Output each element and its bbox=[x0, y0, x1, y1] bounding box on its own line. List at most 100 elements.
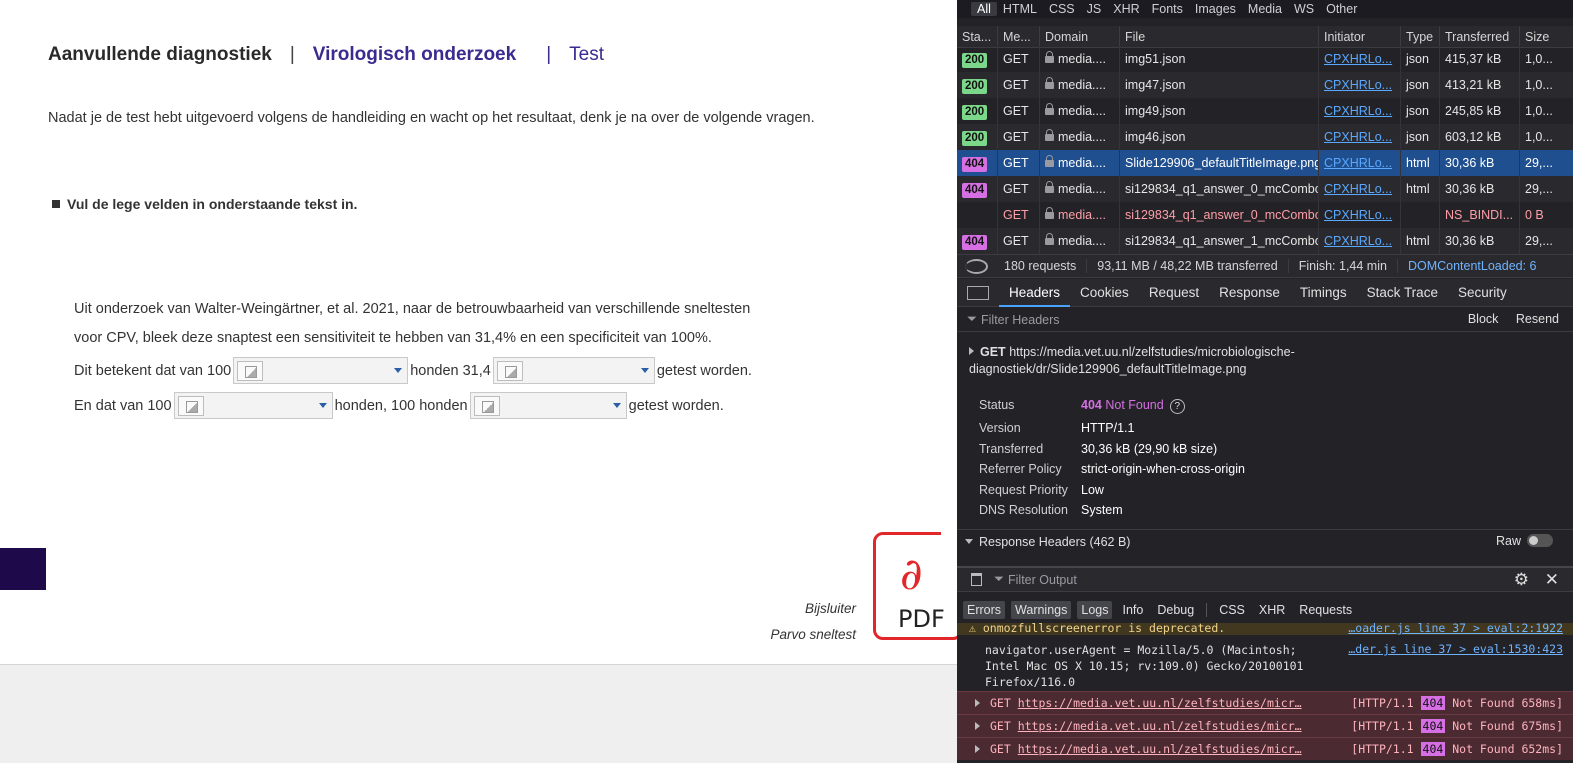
initiator-link[interactable]: CPXHRLo... bbox=[1324, 156, 1392, 170]
dock-side-icon[interactable] bbox=[967, 285, 989, 300]
initiator-link[interactable]: CPXHRLo... bbox=[1324, 52, 1392, 66]
col-domain[interactable]: Domain bbox=[1039, 26, 1119, 47]
request-url-line[interactable]: GET https://media.vet.uu.nl/zelfstudies/… bbox=[969, 344, 1559, 378]
error-url-link[interactable]: https://media.vet.uu.nl/zelfstudies/micr… bbox=[1018, 696, 1302, 710]
trash-icon[interactable] bbox=[971, 573, 982, 586]
tab-timings[interactable]: Timings bbox=[1290, 279, 1357, 307]
bijsluiter-link[interactable]: Bijsluiter bbox=[805, 601, 856, 616]
console-errors[interactable]: Errors bbox=[963, 601, 1006, 619]
cell-domain: media.... bbox=[1039, 98, 1119, 124]
error-url-link[interactable]: https://media.vet.uu.nl/zelfstudies/micr… bbox=[1018, 719, 1302, 733]
cell-initiator: CPXHRLo... bbox=[1318, 72, 1400, 98]
clock-icon[interactable] bbox=[965, 258, 988, 274]
filter-css[interactable]: CSS bbox=[1043, 2, 1081, 16]
header-kv-row: DNS Resolution System bbox=[979, 503, 1123, 517]
expand-triangle-icon[interactable] bbox=[975, 722, 980, 730]
filter-xhr[interactable]: XHR bbox=[1107, 2, 1145, 16]
tab-headers[interactable]: Headers bbox=[999, 279, 1071, 307]
filter-other[interactable]: Other bbox=[1320, 2, 1363, 16]
broken-image-icon bbox=[473, 396, 500, 416]
filter-media[interactable]: Media bbox=[1242, 2, 1288, 16]
side-nav-button[interactable] bbox=[0, 548, 46, 590]
cell-transferred: 413,21 kB bbox=[1439, 72, 1519, 98]
filter-html[interactable]: HTML bbox=[997, 2, 1043, 16]
breadcrumb-virologisch-onderzoek[interactable]: Virologisch onderzoek bbox=[313, 44, 516, 65]
lock-icon bbox=[1045, 51, 1054, 63]
initiator-link[interactable]: CPXHRLo... bbox=[1324, 208, 1392, 222]
console-xhr[interactable]: XHR bbox=[1255, 601, 1289, 619]
chevron-down-icon bbox=[318, 403, 327, 408]
tab-request[interactable]: Request bbox=[1139, 279, 1209, 307]
tab-cookies[interactable]: Cookies bbox=[1070, 279, 1139, 307]
console-debug[interactable]: Debug bbox=[1153, 601, 1198, 619]
block-button[interactable]: Block bbox=[1468, 312, 1499, 326]
network-row[interactable]: 200 GET media.... img49.json CPXHRLo... json 2… bbox=[957, 98, 1573, 124]
error-url-link[interactable]: https://media.vet.uu.nl/zelfstudies/micr… bbox=[1018, 742, 1302, 756]
col-transferred[interactable]: Transferred bbox=[1439, 26, 1519, 47]
console-logs[interactable]: Logs bbox=[1077, 601, 1113, 619]
answer-dropdown-4[interactable] bbox=[469, 392, 627, 419]
filter-headers-input[interactable]: Filter Headers bbox=[981, 313, 1060, 327]
useragent-source-link[interactable]: …der.js line 37 > eval:1530:423 bbox=[1348, 642, 1563, 656]
cell-type: json bbox=[1400, 72, 1439, 98]
initiator-link[interactable]: CPXHRLo... bbox=[1324, 182, 1392, 196]
cell-initiator: CPXHRLo... bbox=[1318, 46, 1400, 72]
network-row[interactable]: 200 GET media.... img46.json CPXHRLo... json 6… bbox=[957, 124, 1573, 150]
initiator-link[interactable]: CPXHRLo... bbox=[1324, 234, 1392, 248]
filter-images[interactable]: Images bbox=[1189, 2, 1242, 16]
resend-button[interactable]: Resend bbox=[1516, 312, 1559, 326]
col-file[interactable]: File bbox=[1119, 26, 1318, 47]
initiator-link[interactable]: CPXHRLo... bbox=[1324, 130, 1392, 144]
network-row[interactable]: 404 GET media.... Slide129906_defaultTitleI… bbox=[957, 150, 1573, 176]
tab-stack-trace[interactable]: Stack Trace bbox=[1357, 279, 1448, 307]
expand-triangle-icon[interactable] bbox=[975, 745, 980, 753]
initiator-link[interactable]: CPXHRLo... bbox=[1324, 104, 1392, 118]
answer-dropdown-1[interactable] bbox=[233, 357, 409, 384]
answer-dropdown-2[interactable] bbox=[492, 357, 655, 384]
console-requests[interactable]: Requests bbox=[1295, 601, 1356, 619]
status-badge: 404 bbox=[962, 235, 988, 250]
answer-dropdown-3[interactable] bbox=[173, 392, 333, 419]
cell-method: GET bbox=[997, 202, 1039, 228]
col-size[interactable]: Size bbox=[1519, 26, 1573, 47]
expand-triangle-icon[interactable] bbox=[975, 699, 980, 707]
console-warnings[interactable]: Warnings bbox=[1011, 601, 1072, 619]
initiator-link[interactable]: CPXHRLo... bbox=[1324, 78, 1392, 92]
breadcrumb-test[interactable]: Test bbox=[569, 44, 604, 65]
breadcrumb-aanvullende-diagnostiek[interactable]: Aanvullende diagnostiek bbox=[48, 44, 272, 65]
response-headers-section[interactable]: Response Headers (462 B) Raw bbox=[957, 529, 1573, 553]
cell-file: img51.json bbox=[1119, 46, 1318, 72]
filter-output-input[interactable]: Filter Output bbox=[1008, 573, 1077, 587]
help-icon[interactable]: ? bbox=[1169, 399, 1185, 414]
col-type[interactable]: Type bbox=[1400, 26, 1439, 47]
col-method[interactable]: Me... bbox=[997, 26, 1039, 47]
console-error-row[interactable]: GET https://media.vet.uu.nl/zelfstudies/… bbox=[957, 714, 1573, 737]
console-info[interactable]: Info bbox=[1118, 601, 1147, 619]
tab-security[interactable]: Security bbox=[1448, 279, 1517, 307]
cell-file: si129834_q1_answer_1_mcCombo bbox=[1119, 228, 1318, 254]
gear-icon[interactable]: ⚙ bbox=[1514, 570, 1529, 590]
filter-ws[interactable]: WS bbox=[1288, 2, 1320, 16]
network-row[interactable]: GET media.... si129834_q1_answer_0_mcCombo… bbox=[957, 202, 1573, 228]
filter-js[interactable]: JS bbox=[1081, 2, 1108, 16]
tab-response[interactable]: Response bbox=[1209, 279, 1290, 307]
raw-toggle[interactable]: Raw bbox=[1496, 534, 1553, 548]
pdf-download-button[interactable]: ∂ PDF bbox=[873, 532, 957, 640]
parvo-sneltest-link[interactable]: Parvo sneltest bbox=[770, 627, 856, 642]
close-icon[interactable]: ✕ bbox=[1545, 570, 1559, 590]
warning-source-link[interactable]: …oader.js line 37 > eval:2:1922 bbox=[1348, 623, 1563, 635]
network-row[interactable]: 404 GET media.... si129834_q1_answer_1_mcCo… bbox=[957, 228, 1573, 254]
network-row[interactable]: 200 GET media.... img51.json CPXHRLo... json 4… bbox=[957, 46, 1573, 72]
cell-file: si129834_q1_answer_0_mcCombo bbox=[1119, 202, 1318, 228]
col-status[interactable]: Sta... bbox=[957, 26, 997, 47]
console-error-row[interactable]: GET https://media.vet.uu.nl/zelfstudies/… bbox=[957, 737, 1573, 760]
network-row[interactable]: 200 GET media.... img47.json CPXHRLo... json 4… bbox=[957, 72, 1573, 98]
filter-fonts[interactable]: Fonts bbox=[1146, 2, 1189, 16]
filter-all[interactable]: All bbox=[971, 2, 997, 16]
col-initiator[interactable]: Initiator bbox=[1318, 26, 1400, 47]
console-css[interactable]: CSS bbox=[1215, 601, 1249, 619]
console-error-row[interactable]: GET https://media.vet.uu.nl/zelfstudies/… bbox=[957, 691, 1573, 714]
network-row[interactable]: 404 GET media.... si129834_q1_answer_0_mcCo… bbox=[957, 176, 1573, 202]
cell-method: GET bbox=[997, 150, 1039, 176]
header-kv-row: Referrer Policy strict-origin-when-cross-… bbox=[979, 462, 1245, 476]
